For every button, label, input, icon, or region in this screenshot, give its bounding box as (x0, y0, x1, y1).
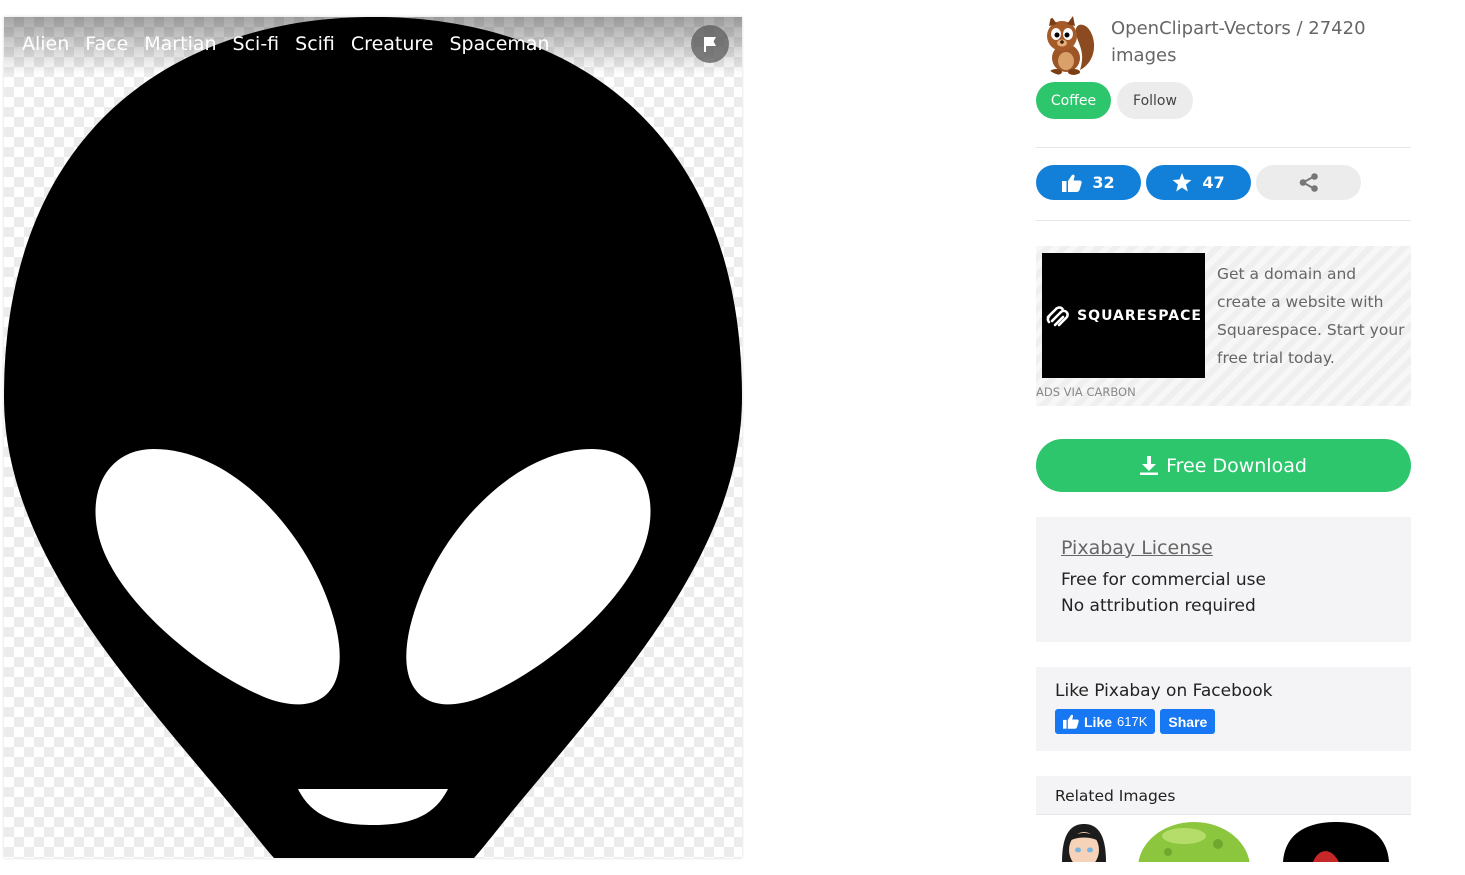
tag-face[interactable]: Face (85, 33, 128, 55)
main-image[interactable]: Alien Face Martian Sci-fi Scifi Creature… (4, 17, 742, 858)
tag-alien[interactable]: Alien (22, 33, 69, 55)
tag-martian[interactable]: Martian (144, 33, 216, 55)
author-block: OpenClipart-Vectors / 27420 images (1036, 14, 1411, 80)
license-box: Pixabay License Free for commercial use … (1036, 517, 1411, 642)
related-images-title: Related Images (1055, 787, 1176, 805)
alien-head-shape (4, 17, 742, 858)
avatar[interactable] (1036, 14, 1098, 76)
tag-spaceman[interactable]: Spaceman (449, 33, 549, 55)
author-separator: / (1290, 18, 1309, 39)
facebook-share-button[interactable]: Share (1160, 709, 1216, 734)
free-download-button[interactable]: Free Download (1036, 439, 1411, 492)
like-count: 32 (1092, 173, 1115, 192)
facebook-thumbs-up-icon (1063, 714, 1079, 729)
tag-scifi[interactable]: Scifi (295, 33, 335, 55)
share-button[interactable] (1256, 165, 1361, 200)
tag-sci-fi[interactable]: Sci-fi (233, 33, 280, 55)
like-button[interactable]: 32 (1036, 165, 1141, 200)
related-thumb-dark-hair[interactable] (1283, 822, 1389, 862)
author-info: OpenClipart-Vectors / 27420 images (1111, 15, 1391, 69)
license-line-attribution: No attribution required (1061, 596, 1256, 616)
download-label: Free Download (1166, 454, 1307, 477)
ads-via-carbon-link[interactable]: ads via Carbon (1036, 385, 1136, 399)
follow-button[interactable]: Follow (1117, 82, 1193, 119)
facebook-box: Like Pixabay on Facebook Like 617K Share (1036, 667, 1411, 751)
related-images-header: Related Images (1036, 776, 1411, 815)
author-count-suffix[interactable]: images (1111, 45, 1176, 66)
author-image-count[interactable]: 27420 (1308, 18, 1365, 39)
author-name-link[interactable]: OpenClipart-Vectors (1111, 18, 1291, 39)
license-line-commercial: Free for commercial use (1061, 570, 1266, 590)
related-images-list (1036, 815, 1411, 875)
favorite-count: 47 (1202, 173, 1225, 192)
squarespace-logo-icon (1046, 305, 1069, 326)
flag-icon (704, 37, 716, 52)
tag-list: Alien Face Martian Sci-fi Scifi Creature… (22, 33, 550, 55)
divider (1036, 147, 1411, 148)
ad-brand: SQUARESPACE (1077, 307, 1202, 324)
carbon-ad: SQUARESPACE Get a domain and create a we… (1036, 246, 1411, 406)
related-thumb-green-planet[interactable] (1138, 822, 1250, 862)
license-link[interactable]: Pixabay License (1061, 537, 1386, 559)
report-flag-button[interactable] (691, 25, 729, 63)
facebook-like-button[interactable]: Like 617K (1055, 709, 1156, 734)
favorite-button[interactable]: 47 (1146, 165, 1251, 200)
share-icon (1299, 173, 1318, 192)
download-icon (1140, 456, 1159, 475)
ad-image[interactable]: SQUARESPACE (1042, 253, 1205, 378)
related-thumb-girl[interactable] (1058, 822, 1110, 862)
tag-creature[interactable]: Creature (351, 33, 434, 55)
ad-text[interactable]: Get a domain and create a website with S… (1217, 260, 1409, 372)
facebook-buttons: Like 617K Share (1055, 709, 1392, 734)
divider (1036, 220, 1411, 221)
facebook-title: Like Pixabay on Facebook (1055, 681, 1273, 701)
squirrel-avatar-icon (1036, 14, 1098, 76)
alien-head-image (4, 17, 742, 858)
tag-bar: Alien Face Martian Sci-fi Scifi Creature… (4, 17, 742, 75)
facebook-like-count: 617K (1117, 714, 1148, 729)
sidebar: OpenClipart-Vectors / 27420 images Coffe… (1036, 14, 1411, 875)
facebook-like-label: Like (1084, 713, 1113, 730)
coffee-button[interactable]: Coffee (1036, 82, 1111, 119)
stats-bar: 32 47 (1036, 165, 1411, 200)
star-icon (1172, 173, 1192, 192)
thumbs-up-icon (1062, 174, 1083, 192)
author-buttons: Coffee Follow (1036, 82, 1411, 119)
